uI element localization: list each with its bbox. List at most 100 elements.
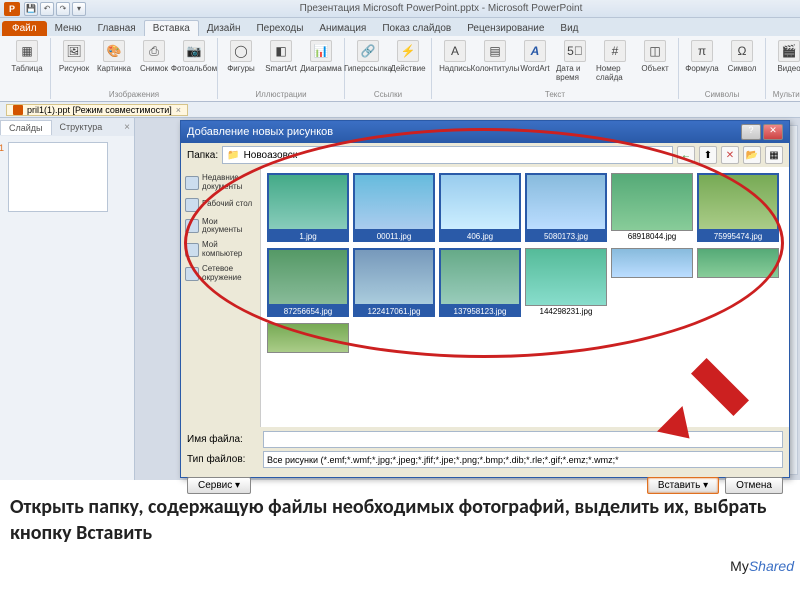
clipart-button[interactable]: 🎨Картинка [95,38,133,75]
save-icon[interactable]: 💾 [24,2,38,16]
headerfooter-button[interactable]: ▤Колонтитулы [476,38,514,75]
file-thumbnail[interactable]: 406.jpg [439,173,521,242]
places-bar: Недавние документы Рабочий стол Мои доку… [181,167,261,427]
symbol-button[interactable]: ΩСимвол [723,38,761,75]
redo-icon[interactable]: ↷ [56,2,70,16]
item-label: Объект [641,64,668,73]
file-tab[interactable]: Файл [2,21,47,36]
ribbon-tab-insert[interactable]: Вставка [144,20,199,36]
thumbnail-label: 144298231.jpg [525,306,607,317]
file-thumbnail[interactable]: 144298231.jpg [525,248,607,317]
place-label: Недавние документы [202,174,256,192]
ribbon-group-symbols: πФормула ΩСимвол Символы [679,38,766,99]
close-icon[interactable]: ✕ [763,124,783,140]
thumbnail-label: 00011.jpg [353,231,435,242]
ribbon-tab-home[interactable]: Главная [90,21,144,36]
file-thumbnail[interactable]: 75995474.jpg [697,173,779,242]
mycomputer-icon [185,243,199,257]
ribbon-group-media: 🎬Видео Мультим [766,38,800,99]
item-label: Картинка [97,64,131,73]
app-logo: P [4,2,20,16]
file-thumbnail[interactable] [267,323,349,353]
place-network[interactable]: Сетевое окружение [183,262,258,286]
datetime-button[interactable]: 5⃣Дата и время [556,38,594,84]
equation-icon: π [691,40,713,62]
newfolder-icon[interactable]: 📂 [743,146,761,164]
chart-button[interactable]: 📊Диаграмма [302,38,340,75]
photoalbum-button[interactable]: 📷Фотоальбом [175,38,213,75]
window-title: Презентация Microsoft PowerPoint.pptx - … [86,3,796,14]
close-icon[interactable]: × [176,105,181,115]
ribbon-tab-transitions[interactable]: Переходы [248,21,311,36]
file-thumbnail[interactable]: 68918044.jpg [611,173,693,242]
filetype-combobox[interactable]: Все рисунки (*.emf;*.wmf;*.jpg;*.jpeg;*.… [263,451,783,468]
ribbon-tab-slideshow[interactable]: Показ слайдов [374,21,459,36]
place-mydocs[interactable]: Мои документы [183,215,258,239]
file-thumbnail[interactable]: 00011.jpg [353,173,435,242]
undo-icon[interactable]: ↶ [40,2,54,16]
ribbon-tab-menu[interactable]: Меню [47,21,90,36]
ribbon-tab-review[interactable]: Рецензирование [459,21,552,36]
tab-slides[interactable]: Слайды [0,120,52,135]
instruction-caption: Открыть папку, содержащую файлы необходи… [10,494,790,546]
file-thumbnail[interactable]: 122417061.jpg [353,248,435,317]
smartart-button[interactable]: ◧SmartArt [262,38,300,75]
table-button[interactable]: ▦Таблица [8,38,46,75]
group-label: Мультим [770,90,800,99]
hyperlink-button[interactable]: 🔗Гиперссылка [349,38,387,75]
textbox-button[interactable]: AНадпись [436,38,474,75]
qat-more-icon[interactable]: ▾ [72,2,86,16]
insert-button[interactable]: Вставить ▾ [647,477,719,494]
thumbnail-image [697,173,779,231]
watermark: MyShared [730,558,794,574]
file-thumbnail[interactable]: 137958123.jpg [439,248,521,317]
file-thumbnail[interactable]: 87256654.jpg [267,248,349,317]
file-thumbnail[interactable] [611,248,693,317]
dialog-toolbar: Папка: 📁 Новоазовск ← ⬆ ✕ 📂 ▦ [181,143,789,167]
tab-outline[interactable]: Структура [52,120,111,134]
equation-button[interactable]: πФормула [683,38,721,75]
video-icon: 🎬 [778,40,800,62]
place-mycomputer[interactable]: Мой компьютер [183,238,258,262]
ribbon-group-links: 🔗Гиперссылка ⚡Действие Ссылки [345,38,432,99]
headerfooter-icon: ▤ [484,40,506,62]
ribbon-tab-animation[interactable]: Анимация [311,21,374,36]
help-icon[interactable]: ? [741,124,761,140]
item-label: Гиперссылка [344,64,392,73]
cancel-button[interactable]: Отмена [725,477,783,494]
close-icon[interactable]: × [124,122,130,133]
item-label: Символ [728,64,757,73]
service-button[interactable]: Сервис ▾ [187,477,251,494]
place-recent[interactable]: Недавние документы [183,171,258,195]
folder-value: Новоазовск [244,150,298,161]
picture-button[interactable]: 🖼Рисунок [55,38,93,75]
dialog-titlebar[interactable]: Добавление новых рисунков ? ✕ [181,121,789,143]
delete-icon[interactable]: ✕ [721,146,739,164]
ribbon-tab-design[interactable]: Дизайн [199,21,249,36]
wordart-button[interactable]: AWordArt [516,38,554,75]
ribbon-tab-view[interactable]: Вид [552,21,586,36]
file-thumbnail[interactable]: 1.jpg [267,173,349,242]
folder-combobox[interactable]: 📁 Новоазовск [222,146,673,164]
ribbon-group-images: 🖼Рисунок 🎨Картинка ⎙Снимок 📷Фотоальбом И… [51,38,218,99]
ribbon-tabs: Файл Меню Главная Вставка Дизайн Переход… [0,18,800,36]
screenshot-button[interactable]: ⎙Снимок [135,38,173,75]
video-button[interactable]: 🎬Видео [770,38,800,75]
group-label: Иллюстрации [222,90,340,99]
slide-thumbnail[interactable]: 1 [8,142,108,212]
thumbnail-label: 87256654.jpg [267,306,349,317]
up-icon[interactable]: ⬆ [699,146,717,164]
action-button[interactable]: ⚡Действие [389,38,427,75]
recent-icon [185,176,199,190]
file-thumbnail[interactable] [697,248,779,317]
place-desktop[interactable]: Рабочий стол [183,195,258,215]
document-tab[interactable]: pril1(1).ppt [Режим совместимости] × [6,104,188,116]
back-icon[interactable]: ← [677,146,695,164]
object-button[interactable]: ◫Объект [636,38,674,75]
file-thumbnail[interactable]: 5080173.jpg [525,173,607,242]
views-icon[interactable]: ▦ [765,146,783,164]
slidenumber-button[interactable]: #Номер слайда [596,38,634,84]
ribbon-body: ▦Таблица 🖼Рисунок 🎨Картинка ⎙Снимок 📷Фот… [0,36,800,102]
doc-label: pril1(1).ppt [Режим совместимости] [27,105,172,115]
shapes-button[interactable]: ◯Фигуры [222,38,260,75]
